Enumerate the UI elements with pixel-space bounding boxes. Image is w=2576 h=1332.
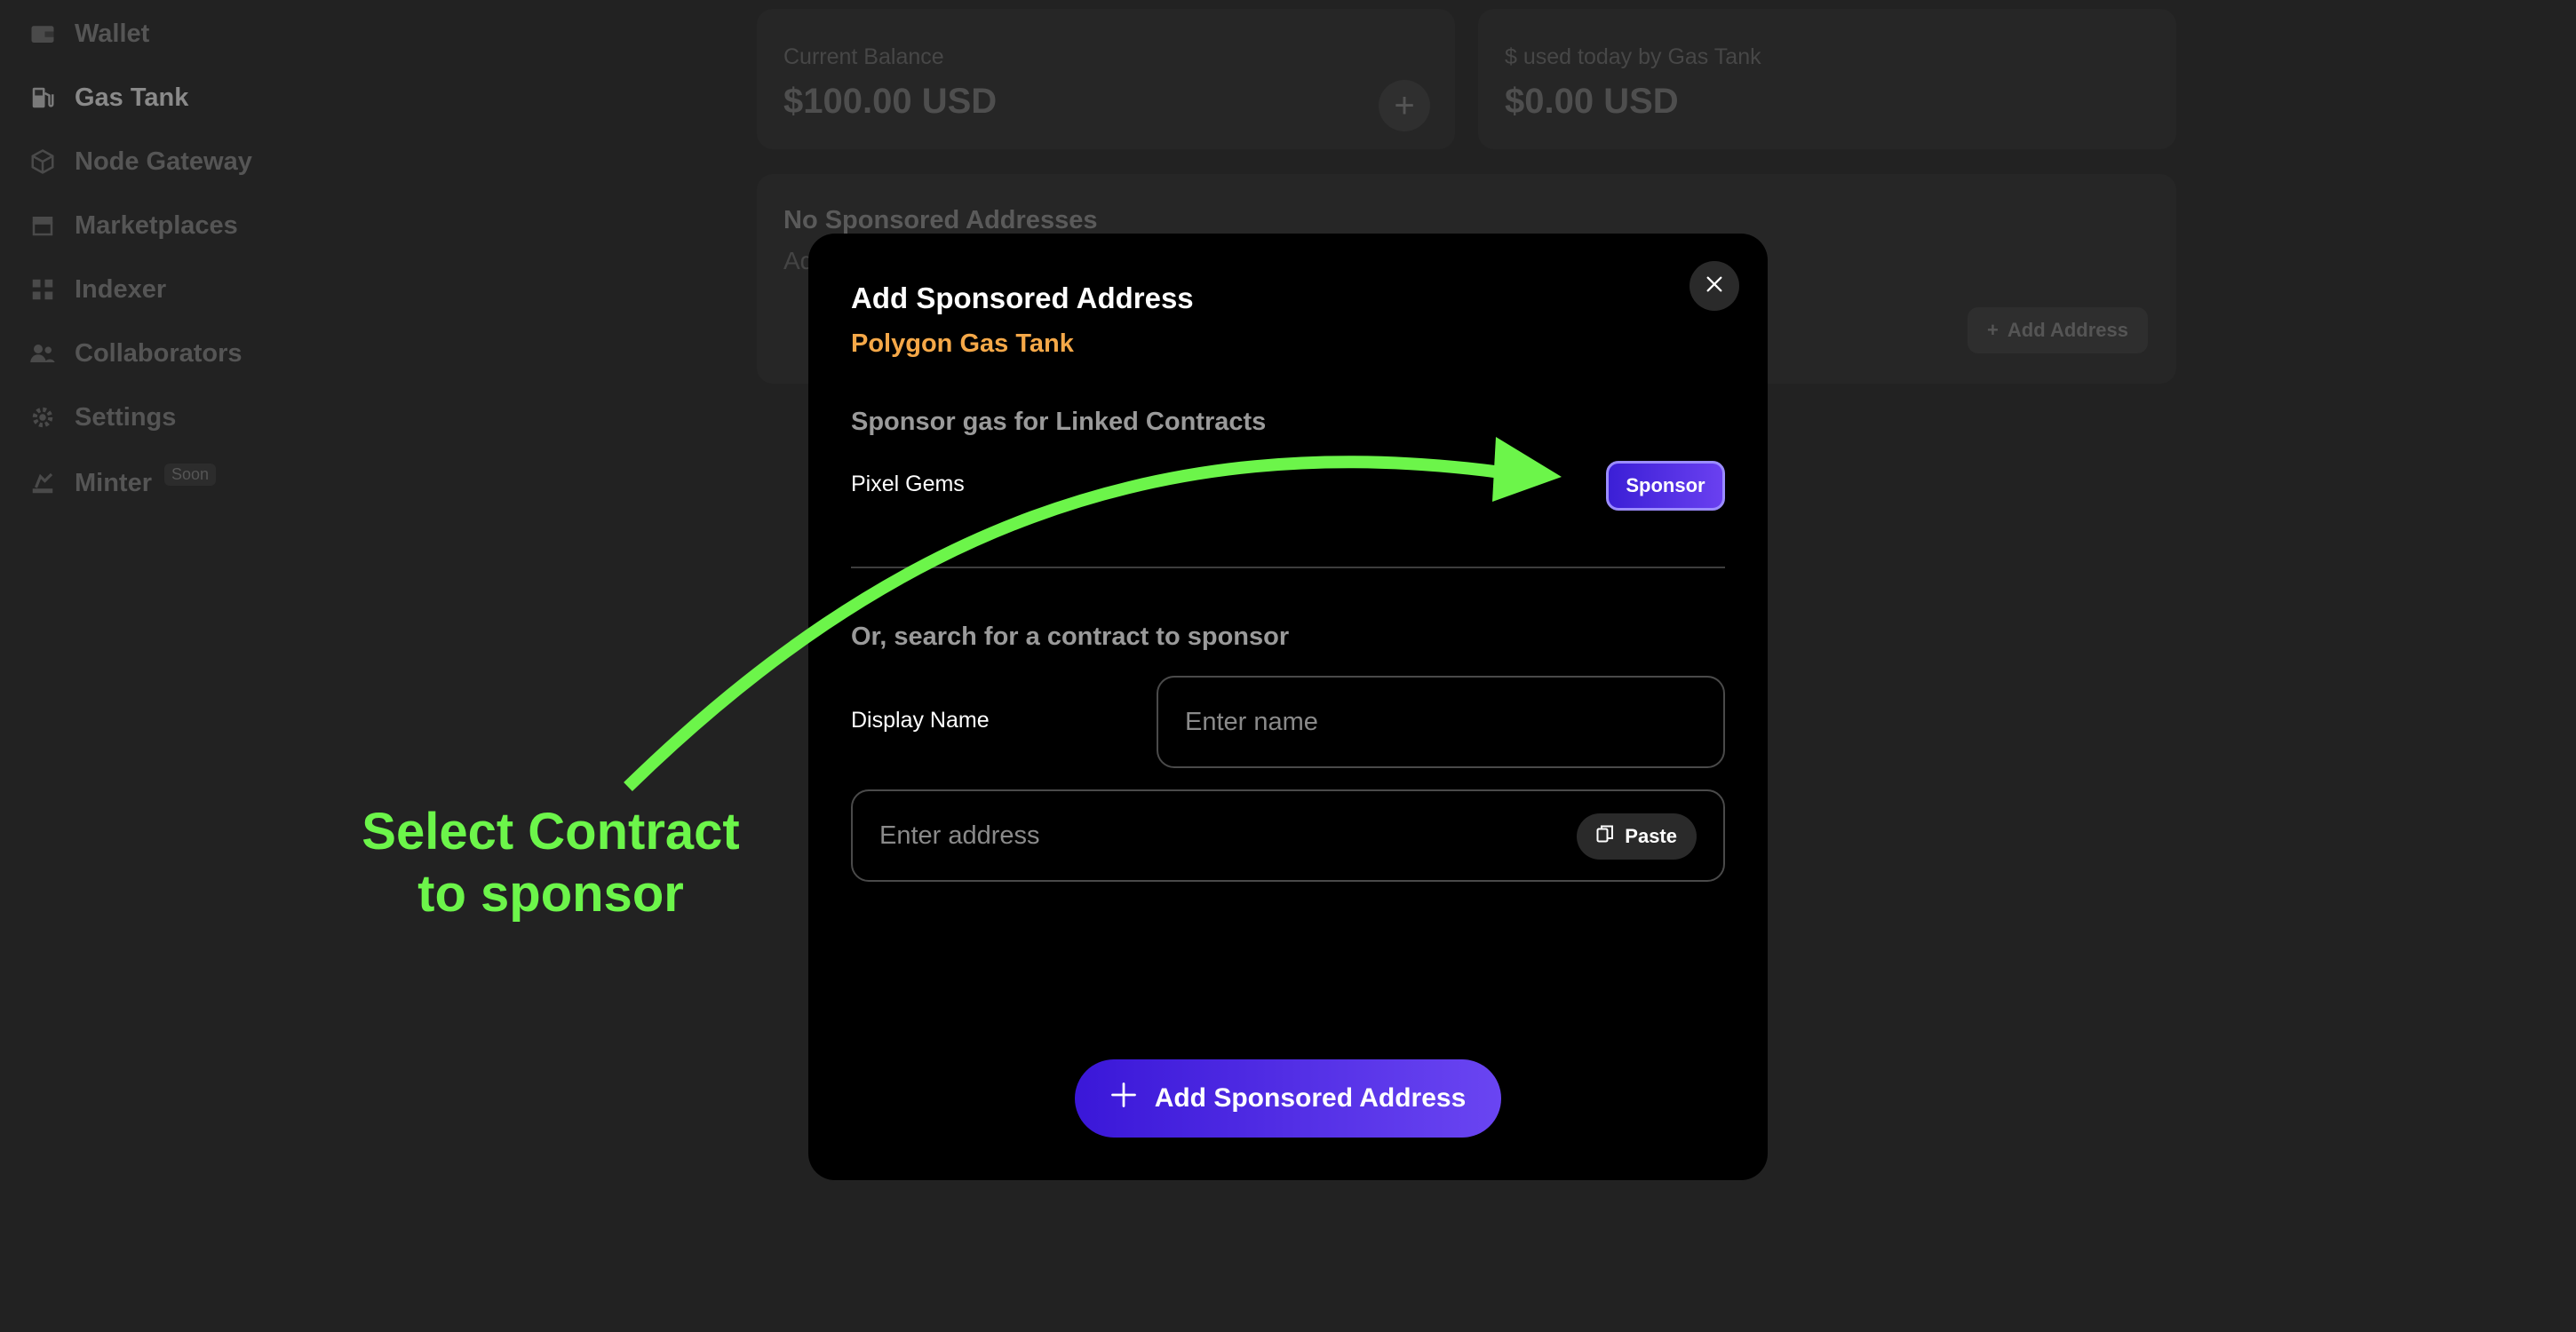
sidebar-item-gas-tank[interactable]: Gas Tank xyxy=(28,78,188,117)
sidebar-item-label: Settings xyxy=(75,402,177,432)
divider xyxy=(851,567,1725,568)
add-sponsored-address-label: Add Sponsored Address xyxy=(1154,1083,1467,1113)
storefront-icon xyxy=(28,211,57,240)
sidebar-item-label: Marketplaces xyxy=(75,210,238,240)
paste-button[interactable]: Paste xyxy=(1577,813,1697,860)
mint-icon xyxy=(28,469,57,497)
sidebar-item-label: Gas Tank xyxy=(75,83,189,112)
sidebar-item-minter[interactable]: Minter Soon xyxy=(28,463,217,503)
sponsor-button[interactable]: Sponsor xyxy=(1606,461,1725,511)
sidebar-item-label: Wallet xyxy=(75,19,150,48)
annotation-line-1: Select Contract xyxy=(362,803,740,860)
sidebar-item-label: Node Gateway xyxy=(75,147,252,176)
cube-icon xyxy=(28,147,57,176)
sidebar-item-collaborators[interactable]: Collaborators xyxy=(28,334,242,373)
plus-icon: + xyxy=(1987,319,1999,341)
sidebar-item-settings[interactable]: Settings xyxy=(28,398,176,437)
modal-title: Add Sponsored Address xyxy=(851,281,1194,314)
annotation-line-2: to sponsor xyxy=(417,865,684,923)
usage-label: $ used today by Gas Tank xyxy=(1505,44,1761,69)
display-name-field-wrapper xyxy=(1157,676,1725,768)
modal-subtitle: Polygon Gas Tank xyxy=(851,329,1074,358)
usage-card: $ used today by Gas Tank $0.00 USD xyxy=(1478,9,2176,149)
balance-label: Current Balance xyxy=(783,44,944,69)
annotation-label: Select Contract to sponsor xyxy=(338,801,764,925)
linked-contracts-heading: Sponsor gas for Linked Contracts xyxy=(851,408,1267,436)
sidebar-item-label: Collaborators xyxy=(75,338,242,368)
contract-name: Pixel Gems xyxy=(851,472,965,496)
sidebar-item-label: Indexer xyxy=(75,274,167,304)
copy-icon xyxy=(1596,824,1614,849)
close-icon xyxy=(1705,274,1724,298)
grid-icon xyxy=(28,275,57,304)
sidebar-item-wallet[interactable]: Wallet xyxy=(28,14,149,53)
address-field-wrapper: Paste xyxy=(851,789,1725,882)
sidebar-item-node-gateway[interactable]: Node Gateway xyxy=(28,142,252,181)
display-name-label: Display Name xyxy=(851,708,990,733)
wallet-icon xyxy=(28,20,57,48)
display-name-input[interactable] xyxy=(1185,707,1697,737)
add-sponsored-address-modal: Add Sponsored Address Polygon Gas Tank S… xyxy=(808,234,1768,1180)
add-address-button[interactable]: + Add Address xyxy=(1968,307,2148,353)
soon-badge: Soon xyxy=(164,463,217,486)
plus-icon xyxy=(1110,1082,1137,1115)
sponsored-empty-title: No Sponsored Addresses xyxy=(783,206,1098,234)
balance-card: Current Balance $100.00 USD + xyxy=(757,9,1455,149)
balance-value: $100.00 USD xyxy=(783,82,998,121)
sidebar-item-indexer[interactable]: Indexer xyxy=(28,270,166,309)
gas-pump-icon xyxy=(28,83,57,112)
add-address-label: Add Address xyxy=(2007,319,2128,341)
add-funds-button[interactable]: + xyxy=(1379,80,1430,131)
usage-value: $0.00 USD xyxy=(1505,82,1679,121)
users-icon xyxy=(28,339,57,368)
sidebar-item-label: Minter xyxy=(75,468,152,497)
sidebar: Wallet Gas Tank Node Gateway Marketplace… xyxy=(0,0,373,1332)
add-sponsored-address-button[interactable]: Add Sponsored Address xyxy=(1075,1059,1501,1138)
address-input[interactable] xyxy=(879,821,1697,851)
gear-icon xyxy=(28,403,57,432)
paste-label: Paste xyxy=(1625,825,1677,847)
search-contract-heading: Or, search for a contract to sponsor xyxy=(851,622,1290,651)
close-button[interactable] xyxy=(1690,261,1739,311)
sidebar-item-marketplaces[interactable]: Marketplaces xyxy=(28,206,238,245)
